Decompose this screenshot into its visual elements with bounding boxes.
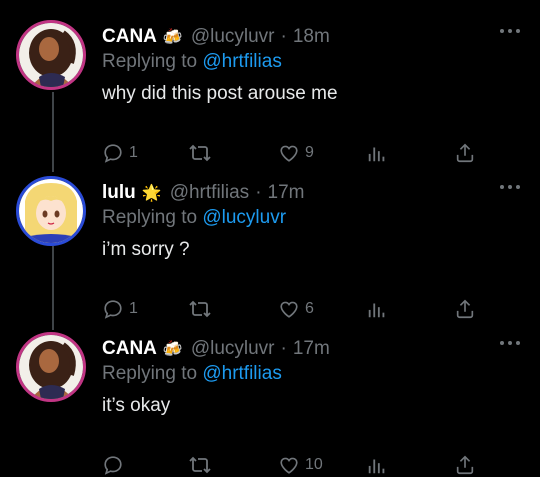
retweet-icon <box>189 144 211 162</box>
like-button[interactable]: 9 <box>278 142 314 164</box>
like-count: 6 <box>305 300 314 317</box>
display-name[interactable]: lulu <box>102 182 136 204</box>
reply-button[interactable] <box>102 454 129 476</box>
tweet-header: CANA 🍻 @lucyluvr · 17m <box>102 336 330 362</box>
avatar[interactable] <box>16 20 86 90</box>
action-bar: 1 6 <box>102 298 474 322</box>
replying-to-label: Replying to <box>102 51 198 72</box>
views-icon <box>368 303 385 318</box>
replying-to: Replying to @hrtfilias <box>102 363 282 385</box>
share-icon <box>456 143 474 163</box>
name-badge-emoji: 🍻 <box>162 341 183 358</box>
user-handle[interactable]: @lucyluvr <box>191 26 275 48</box>
views-button[interactable] <box>366 142 388 164</box>
tweet-text: it’s okay <box>102 395 171 416</box>
share-icon <box>456 455 474 475</box>
heart-icon <box>280 145 298 162</box>
name-badge-emoji: 🌟 <box>141 185 162 202</box>
share-button[interactable] <box>454 298 476 320</box>
reply-icon <box>104 300 122 319</box>
replying-to-mention[interactable]: @hrtfilias <box>202 363 281 384</box>
retweet-icon <box>189 456 211 474</box>
retweet-button[interactable] <box>188 142 217 164</box>
views-button[interactable] <box>366 298 388 320</box>
heart-icon <box>280 301 298 318</box>
more-horizontal-icon[interactable] <box>500 182 520 192</box>
display-name[interactable]: CANA <box>102 338 157 360</box>
like-count: 9 <box>305 144 314 161</box>
reply-count: 1 <box>129 300 138 317</box>
tweet[interactable]: CANA 🍻 @lucyluvr · 18m Replying to @hrtf… <box>0 20 540 170</box>
avatar[interactable] <box>16 332 86 402</box>
share-button[interactable] <box>454 454 476 476</box>
timestamp[interactable]: 17m <box>268 182 305 204</box>
display-name[interactable]: CANA <box>102 26 157 48</box>
views-button[interactable] <box>366 454 388 476</box>
like-button[interactable]: 10 <box>278 454 323 476</box>
like-button[interactable]: 6 <box>278 298 314 320</box>
reply-icon <box>104 144 122 163</box>
separator: · <box>280 338 287 359</box>
views-icon <box>368 459 385 474</box>
replying-to-mention[interactable]: @hrtfilias <box>202 51 281 72</box>
timestamp[interactable]: 17m <box>293 338 330 360</box>
user-handle[interactable]: @lucyluvr <box>191 338 275 360</box>
share-icon <box>456 299 474 319</box>
tweet[interactable]: CANA 🍻 @lucyluvr · 17m Replying to @hrtf… <box>0 332 540 477</box>
tweet-text: i’m sorry ? <box>102 239 190 260</box>
replying-to-label: Replying to <box>102 207 198 228</box>
like-count: 10 <box>305 456 323 473</box>
retweet-icon <box>189 300 211 318</box>
avatar[interactable] <box>16 176 86 246</box>
timestamp[interactable]: 18m <box>293 26 330 48</box>
action-bar: 1 9 <box>102 142 474 166</box>
reply-count: 1 <box>129 144 138 161</box>
action-bar: 10 <box>102 454 474 477</box>
retweet-button[interactable] <box>188 298 217 320</box>
user-handle[interactable]: @hrtfilias <box>170 182 249 204</box>
name-badge-emoji: 🍻 <box>162 29 183 46</box>
tweet[interactable]: lulu 🌟 @hrtfilias · 17m Replying to @luc… <box>0 176 540 326</box>
more-horizontal-icon[interactable] <box>500 338 520 348</box>
reply-icon <box>104 456 122 475</box>
share-button[interactable] <box>454 142 476 164</box>
tweet-header: lulu 🌟 @hrtfilias · 17m <box>102 180 304 206</box>
more-horizontal-icon[interactable] <box>500 26 520 36</box>
tweet-header: CANA 🍻 @lucyluvr · 18m <box>102 24 330 50</box>
reply-button[interactable]: 1 <box>102 298 138 320</box>
separator: · <box>280 26 287 47</box>
replying-to-mention[interactable]: @lucyluvr <box>202 207 286 228</box>
retweet-button[interactable] <box>188 454 217 476</box>
tweet-thread: CANA 🍻 @lucyluvr · 18m Replying to @hrtf… <box>0 0 540 477</box>
replying-to-label: Replying to <box>102 363 198 384</box>
separator: · <box>255 182 262 203</box>
replying-to: Replying to @hrtfilias <box>102 51 282 73</box>
reply-button[interactable]: 1 <box>102 142 138 164</box>
heart-icon <box>280 457 298 474</box>
views-icon <box>368 147 385 162</box>
tweet-text: why did this post arouse me <box>102 83 338 104</box>
replying-to: Replying to @lucyluvr <box>102 207 286 229</box>
